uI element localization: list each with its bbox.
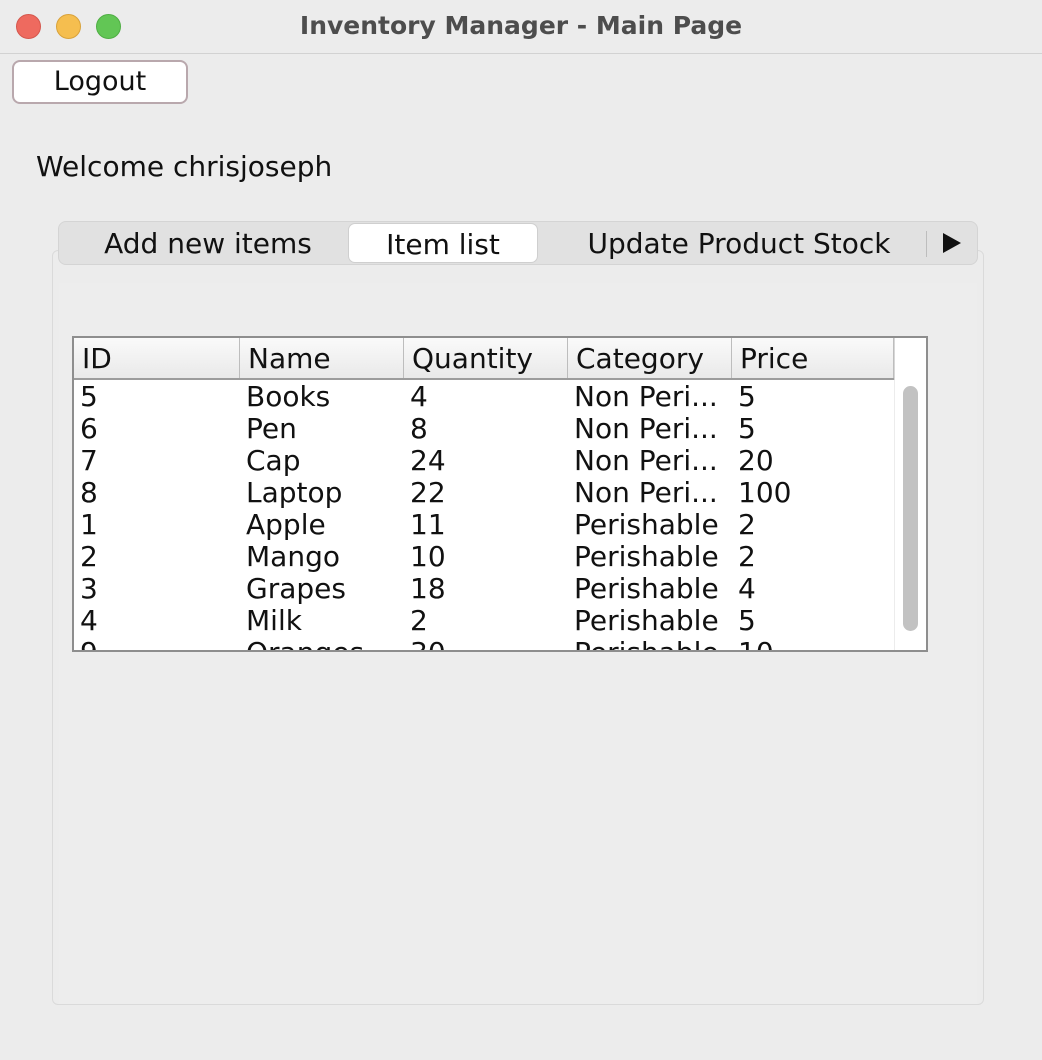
table-row[interactable]: 7 Cap 24 Non Peri... 20 — [74, 444, 894, 476]
cell-name: Laptop — [246, 476, 343, 508]
cell-name: Pen — [246, 412, 297, 444]
table-row[interactable]: 6 Pen 8 Non Peri... 5 — [74, 412, 894, 444]
cell-price: 5 — [738, 380, 756, 412]
table-header: ID Name Quantity Category Price — [74, 338, 894, 380]
cell-price: 100 — [738, 476, 792, 508]
cell-quantity: 2 — [410, 604, 428, 636]
table-row[interactable]: 9 Oranges 30 Perishable 10 — [74, 636, 894, 650]
item-table[interactable]: ID Name Quantity Category Price 5 Books … — [72, 336, 928, 652]
cell-category: Perishable — [574, 572, 719, 604]
column-header-price[interactable]: Price — [732, 338, 894, 378]
cell-name: Books — [246, 380, 331, 412]
cell-category: Non Peri... — [574, 412, 718, 444]
column-header-category[interactable]: Category — [568, 338, 732, 378]
cell-name: Cap — [246, 444, 301, 476]
cell-price: 5 — [738, 412, 756, 444]
table-row[interactable]: 8 Laptop 22 Non Peri... 100 — [74, 476, 894, 508]
close-window-icon[interactable] — [16, 14, 41, 39]
cell-quantity: 18 — [410, 572, 446, 604]
column-header-id[interactable]: ID — [74, 338, 240, 378]
cell-category: Non Peri... — [574, 380, 718, 412]
cell-quantity: 30 — [404, 636, 568, 650]
logout-button[interactable]: Logout — [12, 60, 188, 104]
cell-quantity: 10 — [410, 540, 446, 572]
table-header-corner — [894, 338, 926, 380]
title-bar[interactable]: Inventory Manager - Main Page — [0, 0, 1042, 54]
cell-price: 20 — [738, 444, 774, 476]
cell-category: Non Peri... — [574, 476, 718, 508]
cell-category: Perishable — [568, 636, 732, 650]
table-row[interactable]: 3 Grapes 18 Perishable 4 — [74, 572, 894, 604]
app-window: Inventory Manager - Main Page Logout Wel… — [0, 0, 1042, 1060]
cell-name: Oranges — [240, 636, 404, 650]
column-header-quantity[interactable]: Quantity — [404, 338, 568, 378]
cell-category: Perishable — [574, 604, 719, 636]
cell-id: 5 — [80, 380, 98, 412]
tab-item-list[interactable]: Item list — [348, 223, 538, 263]
cell-id: 6 — [80, 412, 98, 444]
window-title: Inventory Manager - Main Page — [299, 11, 743, 40]
cell-name: Milk — [246, 604, 302, 636]
table-row[interactable]: 5 Books 4 Non Peri... 5 — [74, 380, 894, 412]
cell-id: 3 — [80, 572, 98, 604]
cell-category: Non Peri... — [574, 444, 718, 476]
cell-quantity: 8 — [410, 412, 428, 444]
cell-price: 5 — [738, 604, 756, 636]
cell-price: 2 — [738, 540, 756, 572]
triangle-right-icon[interactable] — [943, 233, 961, 253]
table-body: 5 Books 4 Non Peri... 5 6 Pen 8 Non Peri… — [74, 380, 894, 650]
minimize-window-icon[interactable] — [56, 14, 81, 39]
column-header-name[interactable]: Name — [240, 338, 404, 378]
tab-separator — [926, 231, 927, 257]
table-row[interactable]: 4 Milk 2 Perishable 5 — [74, 604, 894, 636]
scrollbar-thumb[interactable] — [903, 386, 918, 631]
cell-category: Perishable — [574, 540, 719, 572]
cell-name: Apple — [246, 508, 326, 540]
tab-bar: Add new items Item list Update Product S… — [58, 221, 978, 265]
welcome-label: Welcome chrisjoseph — [36, 150, 333, 183]
tab-update-product-stock[interactable]: Update Product Stock — [574, 222, 904, 264]
cell-category: Perishable — [574, 508, 719, 540]
cell-name: Grapes — [246, 572, 346, 604]
cell-name: Mango — [246, 540, 340, 572]
cell-id: 1 — [80, 508, 98, 540]
table-row[interactable]: 2 Mango 10 Perishable 2 — [74, 540, 894, 572]
tab-add-new-items[interactable]: Add new items — [73, 222, 343, 264]
cell-price: 2 — [738, 508, 756, 540]
cell-quantity: 24 — [410, 444, 446, 476]
cell-quantity: 22 — [410, 476, 446, 508]
zoom-window-icon[interactable] — [96, 14, 121, 39]
cell-id: 7 — [80, 444, 98, 476]
cell-id: 4 — [80, 604, 98, 636]
cell-quantity: 4 — [410, 380, 428, 412]
table-row[interactable]: 1 Apple 11 Perishable 2 — [74, 508, 894, 540]
cell-id: 2 — [80, 540, 98, 572]
cell-quantity: 11 — [410, 508, 446, 540]
cell-id: 8 — [80, 476, 98, 508]
cell-price: 10 — [732, 636, 894, 650]
vertical-scrollbar[interactable] — [894, 380, 926, 650]
cell-price: 4 — [738, 572, 756, 604]
cell-id: 9 — [74, 636, 240, 650]
